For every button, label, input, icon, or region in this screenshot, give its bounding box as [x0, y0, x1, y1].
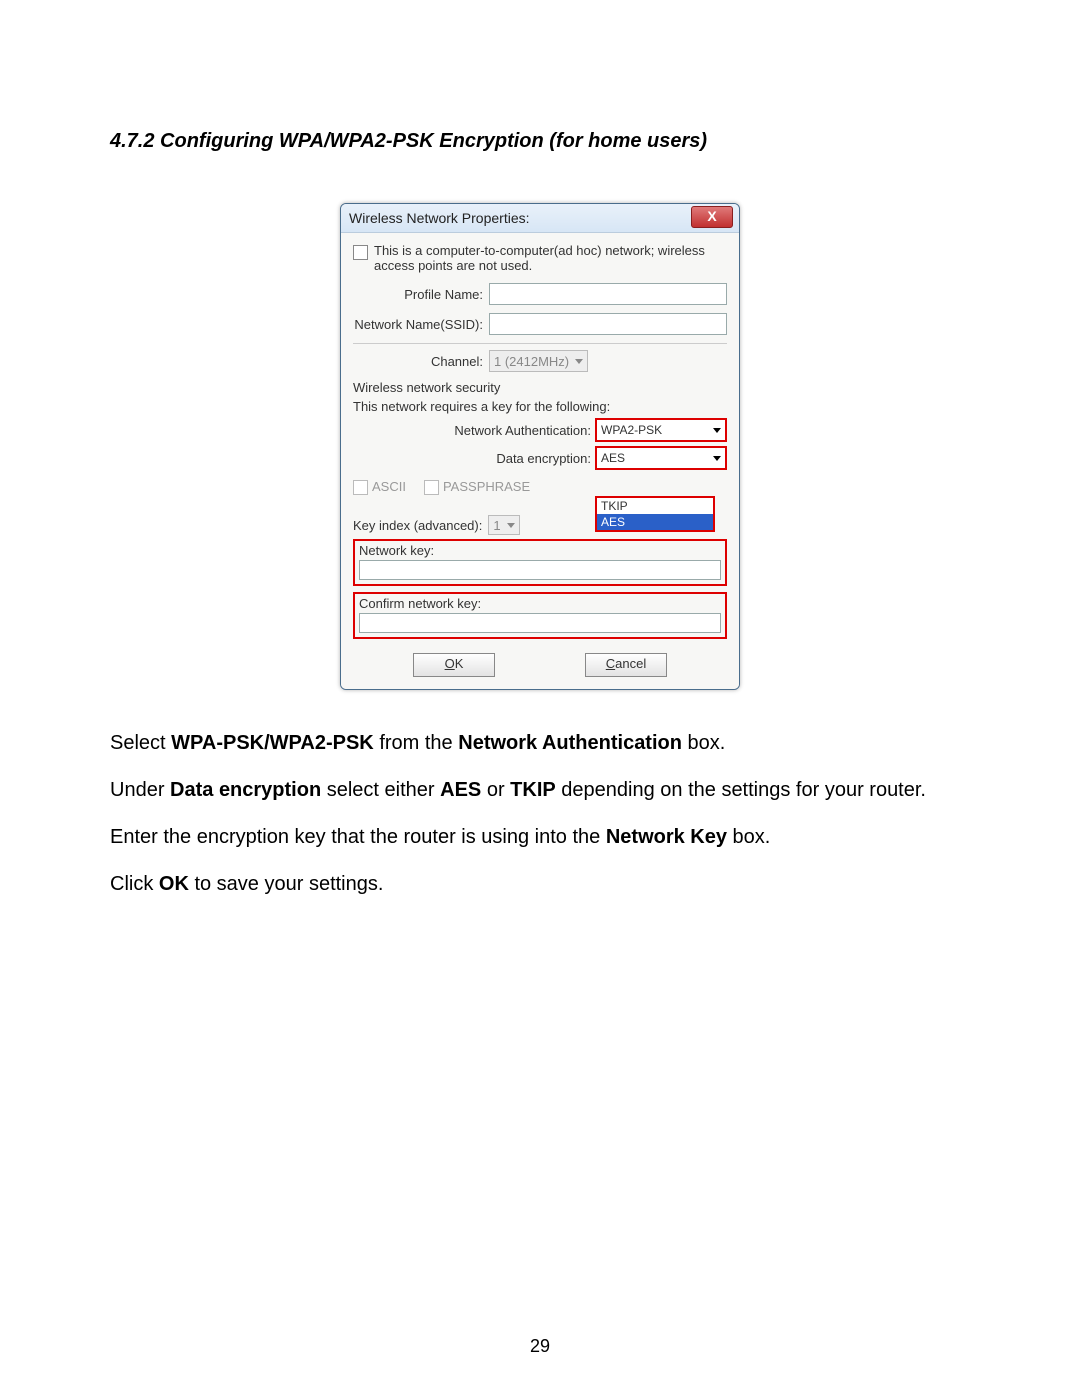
network-key-label: Network key: — [359, 543, 721, 558]
text-bold: WPA-PSK/WPA2-PSK — [171, 732, 374, 754]
dialog-titlebar: Wireless Network Properties: X — [341, 204, 739, 233]
text-bold: Network Authentication — [458, 732, 682, 754]
chevron-down-icon — [575, 359, 583, 364]
network-key-input[interactable] — [359, 560, 721, 580]
text: box. — [727, 826, 770, 848]
key-index-label: Key index (advanced): — [353, 518, 482, 533]
encryption-dropdown-list[interactable]: TKIP AES — [595, 496, 715, 532]
text-bold: Network Key — [606, 826, 727, 848]
channel-value: 1 (2412MHz) — [494, 354, 569, 369]
text: Select — [110, 732, 171, 754]
dialog-screenshot: Wireless Network Properties: X This is a… — [340, 203, 740, 690]
close-icon: X — [707, 208, 716, 224]
encryption-option-tkip[interactable]: TKIP — [597, 498, 713, 514]
profile-name-input[interactable] — [489, 283, 727, 305]
ok-button[interactable]: OK — [413, 653, 495, 677]
text-bold: TKIP — [510, 779, 556, 801]
section-heading: 4.7.2 Configuring WPA/WPA2-PSK Encryptio… — [110, 130, 970, 153]
confirm-network-key-label: Confirm network key: — [359, 596, 721, 611]
text: from the — [374, 732, 458, 754]
text-bold: OK — [159, 873, 189, 895]
confirm-network-key-group: Confirm network key: — [353, 592, 727, 639]
instruction-paragraph-1: Select WPA-PSK/WPA2-PSK from the Network… — [110, 730, 970, 757]
auth-label: Network Authentication: — [454, 423, 595, 438]
text: Click — [110, 873, 159, 895]
text-bold: Data encryption — [170, 779, 321, 801]
cancel-underline: C — [606, 656, 615, 671]
confirm-network-key-input[interactable] — [359, 613, 721, 633]
security-subtext: This network requires a key for the foll… — [353, 399, 727, 414]
key-index-value: 1 — [493, 518, 500, 533]
ascii-checkbox[interactable] — [353, 480, 368, 495]
encryption-value: AES — [601, 451, 625, 465]
text: box. — [682, 732, 725, 754]
profile-name-label: Profile Name: — [353, 287, 489, 302]
cancel-button[interactable]: Cancel — [585, 653, 667, 677]
dialog-title: Wireless Network Properties: — [349, 210, 530, 226]
text-bold: AES — [440, 779, 481, 801]
passphrase-label: PASSPHRASE — [443, 479, 530, 494]
text: select either — [321, 779, 440, 801]
auth-value: WPA2-PSK — [601, 423, 662, 437]
ok-rest: K — [455, 656, 464, 671]
key-index-select[interactable]: 1 — [488, 515, 519, 535]
text: depending on the settings for your route… — [556, 779, 926, 801]
ssid-label: Network Name(SSID): — [353, 317, 489, 332]
channel-select[interactable]: 1 (2412MHz) — [489, 350, 588, 372]
encryption-label: Data encryption: — [496, 451, 595, 466]
encryption-select[interactable]: AES — [595, 446, 727, 470]
ascii-label: ASCII — [372, 479, 406, 494]
text: or — [481, 779, 510, 801]
adhoc-checkbox[interactable] — [353, 245, 368, 260]
passphrase-checkbox[interactable] — [424, 480, 439, 495]
auth-select[interactable]: WPA2-PSK — [595, 418, 727, 442]
security-heading: Wireless network security — [353, 380, 727, 395]
channel-label: Channel: — [353, 354, 489, 369]
network-key-group: Network key: — [353, 539, 727, 586]
ssid-input[interactable] — [489, 313, 727, 335]
text: Under — [110, 779, 170, 801]
chevron-down-icon — [507, 523, 515, 528]
separator — [353, 343, 727, 344]
chevron-down-icon — [713, 428, 721, 433]
text: Enter the encryption key that the router… — [110, 826, 606, 848]
text: to save your settings. — [189, 873, 384, 895]
ok-underline: O — [445, 656, 455, 671]
close-button[interactable]: X — [691, 206, 733, 228]
cancel-rest: ancel — [615, 656, 646, 671]
page-number: 29 — [0, 1336, 1080, 1357]
instruction-paragraph-2: Under Data encryption select either AES … — [110, 777, 970, 804]
chevron-down-icon — [713, 456, 721, 461]
instruction-paragraph-4: Click OK to save your settings. — [110, 871, 970, 898]
adhoc-label: This is a computer-to-computer(ad hoc) n… — [374, 243, 727, 273]
encryption-option-aes[interactable]: AES — [597, 514, 713, 530]
instruction-paragraph-3: Enter the encryption key that the router… — [110, 824, 970, 851]
